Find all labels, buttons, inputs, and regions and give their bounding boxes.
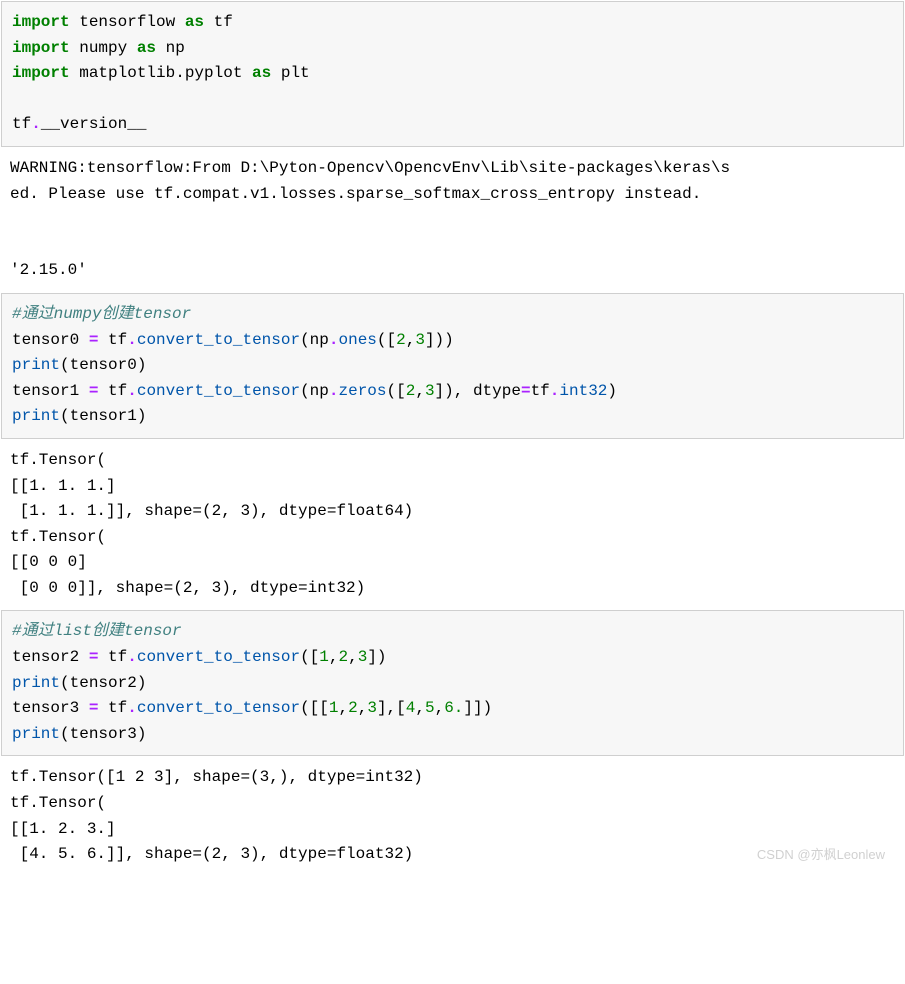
code-text: ])) — [425, 331, 454, 349]
code-text: ]) — [367, 648, 386, 666]
operator: . — [127, 699, 137, 717]
operator: = — [521, 382, 531, 400]
alias: np — [156, 39, 185, 57]
keyword-as: as — [137, 39, 156, 57]
identifier: tf — [98, 331, 127, 349]
operator: = — [89, 331, 99, 349]
comment: #通过numpy创建tensor — [12, 305, 191, 323]
output-cell-1: WARNING:tensorflow:From D:\Pyton-Opencv\… — [0, 148, 905, 292]
function-name: convert_to_tensor — [137, 699, 300, 717]
number: 2 — [348, 699, 358, 717]
output-cell-3: tf.Tensor([1 2 3], shape=(3,), dtype=int… — [0, 757, 905, 875]
code-text: ([ — [300, 648, 319, 666]
code-text: (tensor1) — [60, 407, 146, 425]
keyword-as: as — [185, 13, 204, 31]
keyword-import: import — [12, 39, 70, 57]
code-cell-2: #通过numpy创建tensor tensor0 = tf.convert_to… — [1, 293, 904, 439]
warning-line: ed. Please use tf.compat.v1.losses.spars… — [10, 185, 701, 203]
number: 3 — [415, 331, 425, 349]
number: 3 — [367, 699, 377, 717]
code-text: , — [415, 699, 425, 717]
identifier: tensor1 — [12, 382, 89, 400]
attribute: int32 — [559, 382, 607, 400]
warning-line: WARNING:tensorflow:From D:\Pyton-Opencv\… — [10, 159, 730, 177]
code-text: ]]) — [463, 699, 492, 717]
operator: . — [127, 648, 137, 666]
output-text: tf.Tensor([1 2 3], shape=(3,), dtype=int… — [10, 768, 423, 863]
output-text: tf.Tensor( [[1. 1. 1.] [1. 1. 1.]], shap… — [10, 451, 413, 597]
operator: . — [550, 382, 560, 400]
identifier: tensor3 — [12, 699, 89, 717]
operator: = — [89, 382, 99, 400]
code-text: (np — [300, 382, 329, 400]
code-text: , — [435, 699, 445, 717]
alias: plt — [271, 64, 309, 82]
code-text: ],[ — [377, 699, 406, 717]
identifier: tf — [531, 382, 550, 400]
code-cell-3: #通过list创建tensor tensor2 = tf.convert_to_… — [1, 610, 904, 756]
code-text: (np — [300, 331, 329, 349]
function-name: print — [12, 674, 60, 692]
code-text: (tensor0) — [60, 356, 146, 374]
identifier: tf — [12, 115, 31, 133]
code-cell-1: import tensorflow as tf import numpy as … — [1, 1, 904, 147]
operator: . — [329, 382, 339, 400]
code-text: ([ — [377, 331, 396, 349]
function-name: print — [12, 356, 60, 374]
number: 6. — [444, 699, 463, 717]
identifier: tf — [98, 382, 127, 400]
code-text: , — [406, 331, 416, 349]
operator: . — [329, 331, 339, 349]
identifier: tensor2 — [12, 648, 89, 666]
number: 2 — [339, 648, 349, 666]
code-text: ) — [607, 382, 617, 400]
keyword-import: import — [12, 13, 70, 31]
identifier: tensor0 — [12, 331, 89, 349]
number: 1 — [319, 648, 329, 666]
identifier: tf — [98, 699, 127, 717]
function-name: print — [12, 407, 60, 425]
code-text: ([[ — [300, 699, 329, 717]
output-cell-2: tf.Tensor( [[1. 1. 1.] [1. 1. 1.]], shap… — [0, 440, 905, 610]
version-output: '2.15.0' — [10, 261, 87, 279]
code-text: ([ — [387, 382, 406, 400]
function-name: convert_to_tensor — [137, 331, 300, 349]
number: 1 — [329, 699, 339, 717]
number: 4 — [406, 699, 416, 717]
alias: tf — [204, 13, 233, 31]
function-name: zeros — [339, 382, 387, 400]
operator: = — [89, 648, 99, 666]
number: 2 — [406, 382, 416, 400]
comment: #通过list创建tensor — [12, 622, 182, 640]
number: 5 — [425, 699, 435, 717]
code-text: , — [358, 699, 368, 717]
operator: . — [127, 331, 137, 349]
code-text: (tensor2) — [60, 674, 146, 692]
function-name: print — [12, 725, 60, 743]
code-text: , — [348, 648, 358, 666]
identifier: tf — [98, 648, 127, 666]
code-text: , — [339, 699, 349, 717]
attribute: __version__ — [41, 115, 147, 133]
code-text: (tensor3) — [60, 725, 146, 743]
keyword-import: import — [12, 64, 70, 82]
code-text: ]), dtype — [435, 382, 521, 400]
code-text: , — [415, 382, 425, 400]
operator: . — [127, 382, 137, 400]
module-name: numpy — [70, 39, 137, 57]
module-name: tensorflow — [70, 13, 185, 31]
number: 2 — [396, 331, 406, 349]
keyword-as: as — [252, 64, 271, 82]
operator: = — [89, 699, 99, 717]
function-name: ones — [339, 331, 377, 349]
operator: . — [31, 115, 41, 133]
function-name: convert_to_tensor — [137, 382, 300, 400]
number: 3 — [425, 382, 435, 400]
code-text: , — [329, 648, 339, 666]
module-name: matplotlib.pyplot — [70, 64, 252, 82]
number: 3 — [358, 648, 368, 666]
function-name: convert_to_tensor — [137, 648, 300, 666]
